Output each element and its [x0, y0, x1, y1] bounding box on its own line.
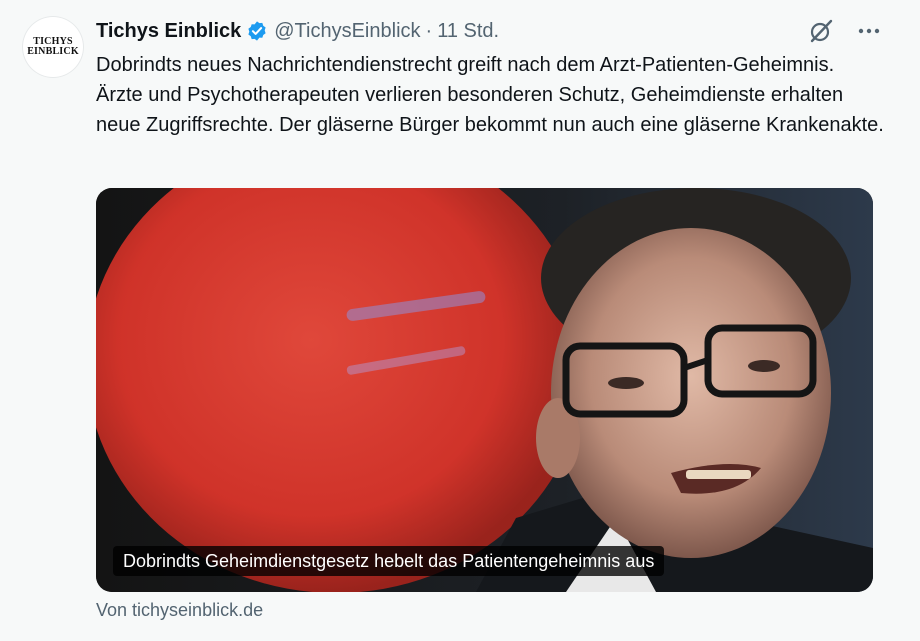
- header-actions: [808, 15, 882, 47]
- tweet-text: Dobrindts neues Nachrichtendienstrecht g…: [96, 54, 884, 136]
- account-handle[interactable]: @TichysEinblick: [274, 20, 420, 43]
- verified-badge-icon[interactable]: [246, 20, 268, 42]
- avatar[interactable]: TICHYS EINBLICK: [22, 16, 84, 78]
- card-caption[interactable]: Dobrindts Geheimdienstgesetz hebelt das …: [113, 546, 665, 576]
- display-name[interactable]: Tichys Einblick: [96, 20, 241, 43]
- timestamp[interactable]: 11 Std.: [437, 20, 499, 43]
- tweet-header: Tichys Einblick @TichysEinblick · 11 Std…: [96, 15, 900, 47]
- article-photo: [96, 188, 873, 592]
- more-horizontal-icon[interactable]: [856, 18, 882, 44]
- grok-slash-icon[interactable]: [808, 18, 834, 44]
- link-card-media[interactable]: Dobrindts Geheimdienstgesetz hebelt das …: [96, 188, 873, 592]
- tweet-card[interactable]: TICHYS EINBLICK Tichys Einblick @TichysE…: [0, 0, 920, 641]
- avatar-logo-line-2: EINBLICK: [27, 46, 79, 57]
- card-source-domain[interactable]: Von tichyseinblick.de: [96, 600, 263, 621]
- separator-dot: ·: [425, 19, 433, 42]
